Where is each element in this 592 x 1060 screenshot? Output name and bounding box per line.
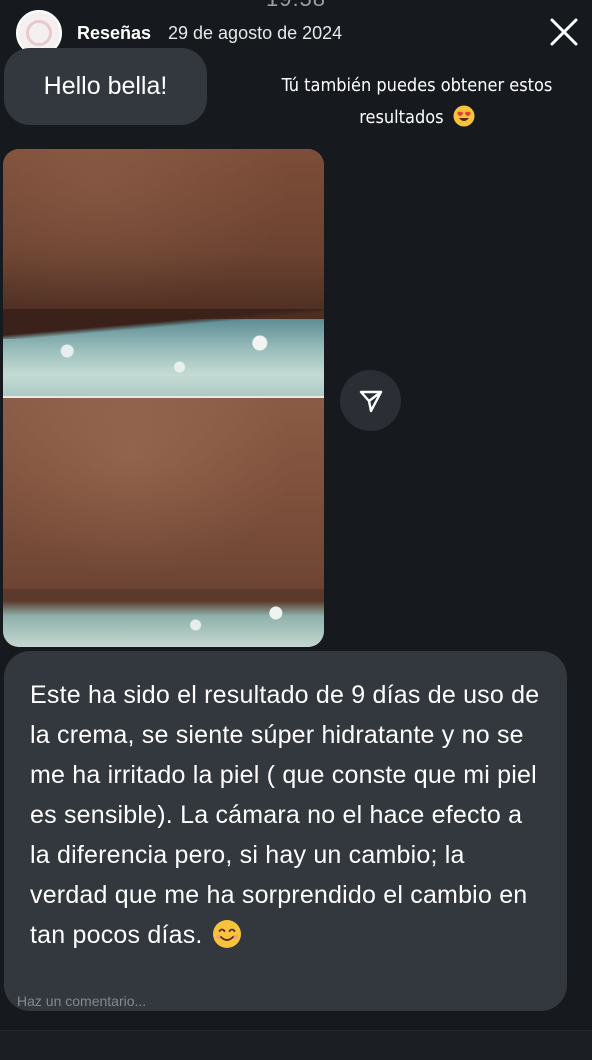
caption-text: Tú también puedes obtener estos resultad… [281,75,553,128]
photo-after-skin [3,398,324,598]
close-icon [550,18,578,46]
review-text: Este ha sido el resultado de 9 días de u… [30,681,540,949]
comment-input[interactable]: Haz un comentario... [17,993,146,1009]
photo-shadow [3,309,324,339]
greeting-text: Hello bella! [43,72,168,100]
smiling-emoji-icon [212,920,241,948]
account-name[interactable]: Reseñas [77,23,151,44]
review-text-block: Este ha sido el resultado de 9 días de u… [30,675,545,955]
story-caption: Tú también puedes obtener estos resultad… [262,70,572,134]
story-date: 29 de agosto de 2024 [168,23,343,43]
brand-logo-icon [26,20,52,46]
heart-eyes-emoji-icon [453,105,475,127]
before-after-photo [3,149,324,647]
review-bubble: Este ha sido el resultado de 9 días de u… [4,651,567,1011]
share-button[interactable] [340,370,401,431]
bottom-bar [0,1030,592,1060]
greeting-bubble: Hello bella! [4,48,207,125]
story-viewer: 19:58 Reseñas 29 de agosto de 2024 Hello… [0,0,592,1060]
photo-fabric-bottom [3,589,324,647]
send-icon [359,390,382,412]
close-button[interactable] [546,14,582,50]
